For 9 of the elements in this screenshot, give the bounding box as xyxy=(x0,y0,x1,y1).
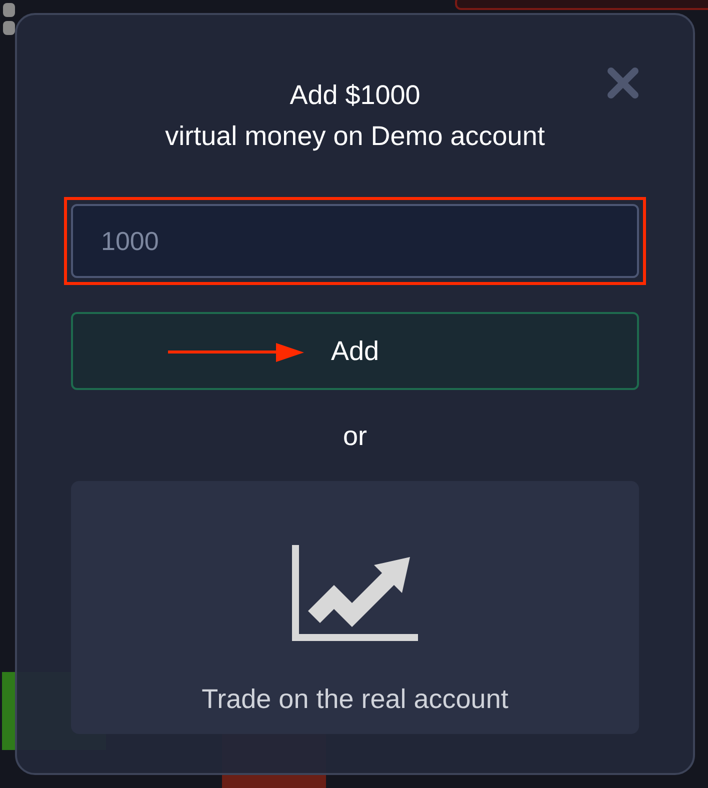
card-label: Trade on the real account xyxy=(202,683,508,716)
dialog-subtitle: virtual money on Demo account xyxy=(165,120,545,153)
close-icon[interactable] xyxy=(605,65,641,101)
trending-chart-icon xyxy=(292,545,418,641)
dialog-title: Add $1000 xyxy=(290,79,420,112)
add-button[interactable]: Add xyxy=(71,312,639,390)
separator-text: or xyxy=(342,420,367,453)
real-account-card[interactable]: Trade on the real account xyxy=(71,481,639,734)
amount-field[interactable]: 1000 xyxy=(71,204,639,278)
